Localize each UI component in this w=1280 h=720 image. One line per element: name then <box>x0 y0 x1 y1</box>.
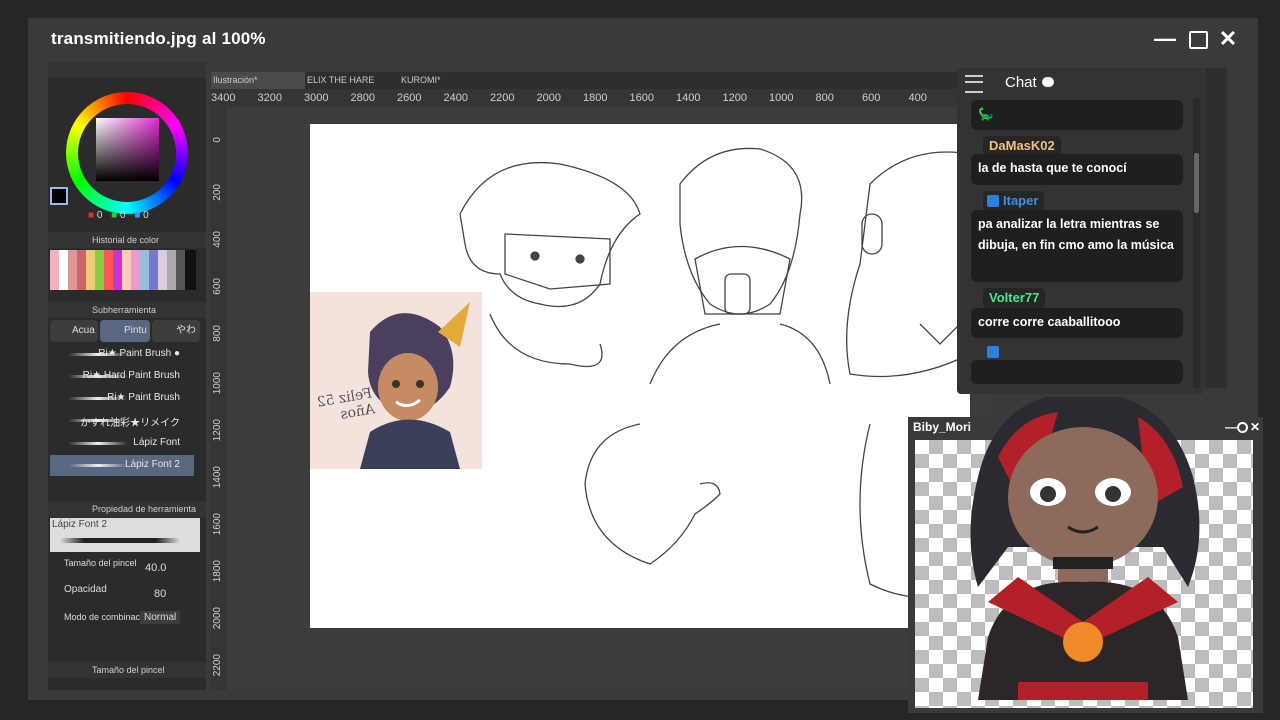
vertical-ruler-label: 400 <box>212 231 223 248</box>
vertical-ruler-label: 2200 <box>212 654 223 677</box>
vertical-ruler-label: 2000 <box>212 607 223 630</box>
ruler-label: 2800 <box>350 92 375 104</box>
ruler-label: 2600 <box>397 92 422 104</box>
color-values: ■ 0 ■ 0 ■ 0 <box>88 210 149 221</box>
blend-mode-row[interactable]: Modo de combinació Normal <box>50 610 200 630</box>
menu-icon[interactable] <box>965 75 983 93</box>
chat-message <box>971 360 1183 384</box>
vertical-ruler-label: 1400 <box>212 466 223 489</box>
ruler-label: 3400 <box>211 92 236 104</box>
chat-username[interactable]: DaMasK02 <box>983 136 1061 156</box>
chat-panel: Chat 🦕 DaMasK02 la de hasta que te conoc… <box>957 68 1204 394</box>
chat-username[interactable]: Volter77 <box>983 288 1046 308</box>
vertical-ruler-label: 1800 <box>212 560 223 583</box>
ruler-label: 2400 <box>443 92 468 104</box>
ruler-label: 1200 <box>722 92 747 104</box>
color-history-header: Historial de color <box>48 232 206 248</box>
ruler-label: 600 <box>862 92 881 104</box>
drawing-canvas[interactable]: Feliz 52 Años <box>310 124 970 628</box>
color-panel-header <box>48 62 206 78</box>
ruler-label: 2200 <box>490 92 515 104</box>
chat-message: 🦕 <box>971 100 1183 130</box>
brush-size-row[interactable]: Tamaño del pincel 40.0 <box>50 558 200 578</box>
tab-kuromi[interactable]: KUROMI* <box>399 72 493 89</box>
ruler-label: 3000 <box>304 92 329 104</box>
ruler-label: 1800 <box>583 92 608 104</box>
ruler-label: 1600 <box>629 92 654 104</box>
tab-elix-the-hare[interactable]: ELIX THE HARE <box>305 72 399 89</box>
maximize-icon[interactable] <box>1184 26 1210 52</box>
vertical-ruler-label: 1600 <box>212 513 223 536</box>
horizontal-ruler: 3400 3200 3000 2800 2600 2400 2200 2000 1800 1600… <box>211 89 991 107</box>
tab-acuarela[interactable]: Acua <box>50 320 98 342</box>
brush-item[interactable]: Ri★ Hard Paint Brush <box>50 366 194 387</box>
brush-item[interactable]: Ri★ Paint Brush <box>50 388 194 409</box>
ruler-label: 400 <box>908 92 927 104</box>
brush-item[interactable]: Ri★ Paint Brush ● <box>50 344 194 365</box>
vertical-ruler-label: 800 <box>212 325 223 342</box>
subtool-tabs: Acua Pintu やわ <box>50 320 200 342</box>
tab-yawa[interactable]: やわ <box>152 320 200 342</box>
brush-item[interactable]: Lápiz Font <box>50 433 194 454</box>
minimize-icon[interactable]: — <box>1152 26 1178 52</box>
ruler-label: 1000 <box>769 92 794 104</box>
main-color-swatch[interactable] <box>50 187 68 205</box>
ruler-label: 1400 <box>676 92 701 104</box>
chat-message: corre corre caaballitooo <box>971 308 1183 338</box>
badge-icon <box>987 346 999 358</box>
vertical-ruler-label: 1000 <box>212 372 223 395</box>
chat-header: Chat <box>957 68 1204 96</box>
tab-ilustracion[interactable]: Ilustración* <box>211 72 305 89</box>
close-icon[interactable]: ✕ <box>1215 26 1241 52</box>
ruler-label: 3200 <box>257 92 282 104</box>
brush-preview: Lápiz Font 2 <box>50 518 200 552</box>
badge-icon <box>987 195 999 207</box>
chat-message: la de hasta que te conocí <box>971 154 1183 185</box>
vertical-ruler: 0 200 400 600 800 1000 1200 1400 1600 1800 2000 220… <box>211 107 227 690</box>
opacity-row[interactable]: Opacidad 80 <box>50 584 200 604</box>
right-side-panel <box>1205 68 1227 388</box>
color-square[interactable] <box>96 118 159 181</box>
vertical-ruler-label: 0 <box>212 137 223 143</box>
vertical-ruler-label: 1200 <box>212 419 223 442</box>
canvas-area: Ilustración* ELIX THE HARE KUROMI* 3400 3… <box>211 72 991 690</box>
chat-message: pa analizar la letra mientras se dibuja,… <box>971 210 1183 282</box>
left-tool-panel: ■ 0 ■ 0 ■ 0 Historial de color Subherram… <box>48 62 206 690</box>
brush-item[interactable]: かすれ油彩★リメイク <box>50 410 194 431</box>
vtuber-avatar <box>970 397 1200 700</box>
window-title: transmitiendo.jpg al 100% <box>51 29 266 48</box>
tab-pintura[interactable]: Pintu <box>100 320 150 342</box>
tool-property-header: Propiedad de herramienta <box>48 501 206 517</box>
vertical-ruler-label: 200 <box>212 184 223 201</box>
color-history-swatches[interactable] <box>50 250 196 290</box>
ruler-label: 2000 <box>536 92 561 104</box>
subtool-header: Subherramienta <box>48 302 206 318</box>
chat-scrollbar[interactable] <box>1193 98 1200 388</box>
title-bar: transmitiendo.jpg al 100% — ✕ <box>28 18 1258 60</box>
brush-size-panel-header: Tamaño del pincel <box>48 662 206 678</box>
vertical-ruler-label: 600 <box>212 278 223 295</box>
sketches <box>459 147 970 598</box>
avatar-window: Biby_Mori — ✕ <box>908 397 1263 713</box>
ruler-label: 800 <box>815 92 834 104</box>
brush-item-selected[interactable]: Lápiz Font 2 <box>50 455 194 476</box>
chat-title: Chat <box>1005 74 1037 91</box>
document-tabs: Ilustración* ELIX THE HARE KUROMI* <box>211 72 991 89</box>
speech-bubble-icon <box>1042 77 1054 87</box>
